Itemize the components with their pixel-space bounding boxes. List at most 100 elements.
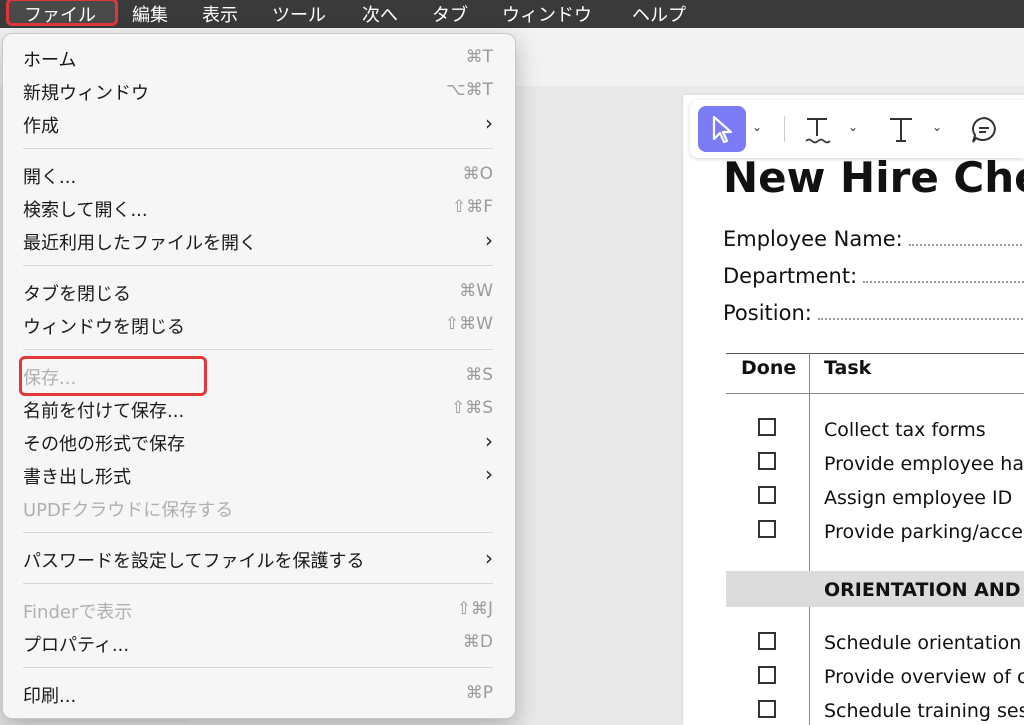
document-title: New Hire Che (723, 153, 1024, 202)
menu-item-search-open[interactable]: 検索して開く... ⇧⌘F (23, 193, 493, 223)
menu-item-open[interactable]: 開く... ⌘O (23, 160, 493, 190)
task-label: Provide employee ha (824, 453, 1024, 475)
menu-item-save-other[interactable]: その他の形式で保存 › (23, 427, 493, 457)
menu-item-properties[interactable]: プロパティ... ⌘D (23, 628, 493, 658)
menu-separator (23, 583, 493, 584)
menu-item-label: 名前を付けて保存... (23, 401, 185, 422)
shortcut: ⇧⌘S (450, 398, 493, 418)
shortcut: ⌘T (465, 47, 493, 67)
menu-separator (23, 349, 493, 350)
shortcut: ⇧⌘J (456, 599, 493, 619)
menu-bar: ファイル 編集 表示 ツール 次へ タブ ウィンドウ ヘルプ (0, 0, 1024, 28)
menu-window[interactable]: ウィンドウ (502, 1, 592, 27)
menu-item-label: 印刷... (23, 686, 77, 707)
task-checkbox[interactable] (758, 666, 776, 684)
menu-item-label: 開く... (23, 167, 77, 188)
position-label: Position: (723, 301, 812, 325)
shortcut: ⇧⌘F (451, 197, 493, 217)
cursor-arrow-icon (712, 115, 733, 144)
shortcut: ⌘W (459, 281, 493, 301)
task-checkbox[interactable] (758, 452, 776, 470)
menu-item-save-as[interactable]: 名前を付けて保存... ⇧⌘S (23, 394, 493, 424)
shortcut: ⇧⌘W (444, 314, 493, 334)
task-label: Schedule orientation (824, 632, 1022, 654)
chevron-down-icon[interactable]: ⌄ (848, 120, 858, 134)
menu-tools[interactable]: ツール (272, 1, 326, 27)
menu-view[interactable]: 表示 (202, 1, 238, 27)
col-done-header: Done (741, 357, 797, 379)
task-checkbox[interactable] (758, 632, 776, 650)
task-label: Schedule training ses (824, 700, 1024, 722)
menu-item-home[interactable]: ホーム ⌘T (23, 43, 493, 73)
menu-separator (23, 667, 493, 668)
menu-tab[interactable]: タブ (432, 1, 468, 27)
employee-name-label: Employee Name: (723, 227, 903, 251)
menu-edit[interactable]: 編集 (132, 1, 168, 27)
section-label: ORIENTATION AND (824, 579, 1021, 601)
task-checkbox[interactable] (758, 486, 776, 504)
text-underline-icon[interactable] (802, 114, 832, 146)
employee-name-line[interactable] (908, 230, 1024, 246)
menu-item-label: 書き出し形式 (23, 467, 131, 488)
checklist-table (726, 353, 1024, 354)
department-label: Department: (723, 264, 858, 288)
task-label: Provide overview of c (824, 666, 1024, 688)
comment-icon[interactable] (968, 114, 1000, 146)
chevron-right-icon: › (485, 429, 493, 453)
annotation-toolbar: ⌄ ⌄ ⌄ (690, 100, 1024, 158)
table-divider (809, 353, 810, 725)
save-highlight-box (19, 356, 207, 396)
menu-item-label: 作成 (23, 116, 59, 137)
shortcut: ⌥⌘T (446, 80, 493, 100)
menu-item-label: パスワードを設定してファイルを保護する (23, 551, 365, 572)
menu-item-label: 最近利用したファイルを開く (23, 233, 257, 254)
menu-separator (23, 532, 493, 533)
col-task-header: Task (824, 357, 872, 379)
chevron-down-icon[interactable]: ⌄ (752, 120, 762, 134)
task-checkbox[interactable] (758, 418, 776, 436)
menu-file[interactable]: ファイル (24, 1, 96, 27)
menu-item-recent[interactable]: 最近利用したファイルを開く › (23, 226, 493, 256)
menu-item-new-window[interactable]: 新規ウィンドウ ⌥⌘T (23, 76, 493, 106)
menu-item-print[interactable]: 印刷... ⌘P (23, 679, 493, 709)
select-tool-button[interactable] (698, 106, 746, 152)
toolbar-divider (784, 116, 785, 142)
task-label: Collect tax forms (824, 419, 986, 441)
task-label: Provide parking/acce (824, 521, 1023, 543)
menu-item-label: タブを閉じる (23, 284, 131, 305)
task-checkbox[interactable] (758, 520, 776, 538)
menu-item-cloud-save[interactable]: UPDFクラウドに保存する (23, 493, 493, 523)
shortcut: ⌘S (465, 365, 493, 385)
menu-item-create[interactable]: 作成 › (23, 109, 493, 139)
menu-item-close-tab[interactable]: タブを閉じる ⌘W (23, 277, 493, 307)
task-label: Assign employee ID (824, 487, 1013, 509)
menu-item-export[interactable]: 書き出し形式 › (23, 460, 493, 490)
menu-item-label: その他の形式で保存 (23, 434, 185, 455)
menu-item-label: 新規ウィンドウ (23, 83, 149, 104)
chevron-right-icon: › (485, 111, 493, 135)
menu-item-finder[interactable]: Finderで表示 ⇧⌘J (23, 595, 493, 625)
menu-separator (23, 265, 493, 266)
menu-item-label: 検索して開く... (23, 200, 148, 221)
chevron-right-icon: › (485, 546, 493, 570)
menu-item-label: プロパティ... (23, 635, 130, 656)
department-field: Department: (723, 264, 1024, 288)
file-dropdown-menu: ホーム ⌘T 新規ウィンドウ ⌥⌘T 作成 › 開く... ⌘O 検索して開く... ⇧⌘… (2, 33, 516, 719)
text-tool-icon[interactable] (886, 114, 916, 144)
menu-go[interactable]: 次へ (362, 1, 398, 27)
chevron-down-icon[interactable]: ⌄ (932, 120, 942, 134)
task-checkbox[interactable] (758, 700, 776, 718)
shortcut: ⌘O (462, 164, 493, 184)
position-line[interactable] (817, 304, 1024, 320)
menu-separator (23, 148, 493, 149)
department-line[interactable] (863, 267, 1024, 283)
menu-item-password[interactable]: パスワードを設定してファイルを保護する › (23, 544, 493, 574)
chevron-right-icon: › (485, 462, 493, 486)
chevron-right-icon: › (485, 228, 493, 252)
menu-item-label: ウィンドウを閉じる (23, 317, 185, 338)
menu-help[interactable]: ヘルプ (632, 1, 686, 27)
header-line (726, 393, 1024, 394)
menu-item-close-window[interactable]: ウィンドウを閉じる ⇧⌘W (23, 310, 493, 340)
menu-item-label: Finderで表示 (23, 602, 133, 623)
menu-item-label: UPDFクラウドに保存する (23, 500, 234, 521)
